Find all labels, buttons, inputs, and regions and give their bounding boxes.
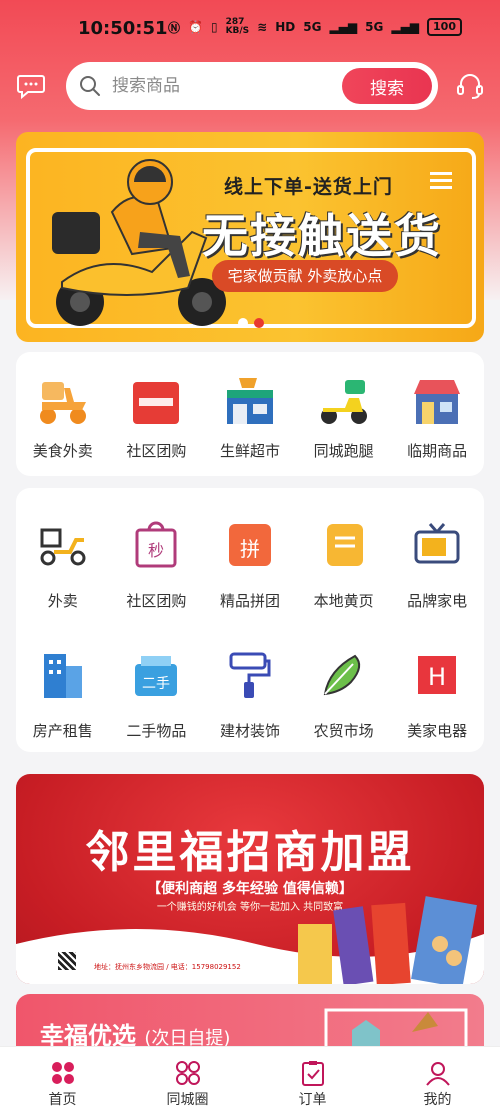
service-item-yellow-pages[interactable]: 本地黄页 <box>297 488 391 618</box>
quick-item-errand[interactable]: 同城跑腿 <box>297 352 391 476</box>
quick-item-food-delivery[interactable]: 美食外卖 <box>16 352 110 476</box>
status-bar: 10:50:51 Ⓝ ⏰ ▯ 287 KB/S ≋ HD 5G ▂▄▆ 5G ▂… <box>0 0 500 58</box>
quick-item-label: 美食外卖 <box>32 442 93 460</box>
search-box[interactable]: 搜索 <box>66 62 438 110</box>
building-icon <box>43 654 82 698</box>
services-card: 外卖 秒 社区团购 拼 精品拼团 本地黄页 品牌家电 房产租售 二手 二手物品 … <box>16 488 484 752</box>
banner-title: 无接触送货 <box>202 209 442 263</box>
quick-menu-card: 美食外卖 社区团购 生鲜超市 同城跑腿 临期商品 <box>16 352 484 476</box>
tab-orders[interactable]: 订单 <box>250 1047 375 1116</box>
second-hand-box-icon: 二手 <box>135 656 178 696</box>
battery-indicator: 100 <box>427 18 462 36</box>
tab-home[interactable]: 首页 <box>0 1047 125 1116</box>
franchise-promo-banner[interactable]: 邻里福招商加盟 【便利商超 多年经验 值得信赖】 一个赚钱的好机会 等你一起加入… <box>16 774 484 984</box>
status-icons: Ⓝ ⏰ ▯ 287 KB/S ≋ HD 5G ▂▄▆ 5G ▂▄▆ 100 <box>168 18 462 36</box>
svg-text:H: H <box>428 663 446 691</box>
nfc-icon: Ⓝ <box>167 20 180 35</box>
service-item-group-buy[interactable]: 秒 社区团购 <box>110 488 204 618</box>
h-appliance-icon: H <box>418 656 457 694</box>
service-item-brand-appliances[interactable]: 品牌家电 <box>390 488 484 618</box>
status-time: 10:50:51 <box>78 18 168 39</box>
flash-sale-bag-icon: 秒 <box>135 521 177 568</box>
quick-item-label: 同城跑腿 <box>313 442 374 460</box>
order-clipboard-icon <box>301 1061 324 1086</box>
quick-item-fresh-market[interactable]: 生鲜超市 <box>203 352 297 476</box>
quick-item-label: 生鲜超市 <box>219 442 280 460</box>
banner-pill: 宅家做贡献 外卖放心点 <box>212 260 398 292</box>
bottom-tab-bar: 首页 同城圈 订单 我的 <box>0 1046 500 1116</box>
delivery-icon <box>40 528 86 566</box>
carousel-dots <box>238 318 264 328</box>
service-item-group-deal[interactable]: 拼 精品拼团 <box>203 488 297 618</box>
tab-label: 同城圈 <box>166 1092 209 1108</box>
signal-5g-1: 5G <box>303 20 322 34</box>
service-item-label: 精品拼团 <box>219 592 280 610</box>
hero-banner[interactable]: 线上下单-送货上门 无接触送货 宅家做贡献 外卖放心点 <box>16 132 484 342</box>
group-buy-icon: 拼 <box>228 524 271 566</box>
user-icon <box>425 1062 450 1086</box>
paint-roller-icon <box>229 652 271 698</box>
quick-item-near-expiry[interactable]: 临期商品 <box>390 352 484 476</box>
home-grid-icon <box>51 1062 74 1084</box>
banner-menu-icon <box>430 172 452 193</box>
wifi-icon: ≋ <box>257 20 268 34</box>
service-item-building-materials[interactable]: 建材装饰 <box>203 618 297 748</box>
service-item-label: 品牌家电 <box>407 592 468 610</box>
service-item-label: 美家电器 <box>407 722 468 740</box>
search-icon <box>80 76 100 96</box>
tab-local-circle[interactable]: 同城圈 <box>125 1047 250 1116</box>
vegetable-icon <box>323 654 360 696</box>
tv-icon <box>414 523 460 564</box>
header: 搜索 <box>0 62 500 112</box>
service-item-label: 农贸市场 <box>313 722 374 740</box>
signal-bars-icon: ▂▄▆ <box>329 20 358 34</box>
promo-title: 邻里福招商加盟 <box>85 827 415 878</box>
search-button[interactable]: 搜索 <box>342 68 432 104</box>
tab-profile[interactable]: 我的 <box>375 1047 500 1116</box>
tab-label: 我的 <box>423 1092 452 1108</box>
service-item-home-appliances[interactable]: H 美家电器 <box>390 618 484 748</box>
tab-label: 首页 <box>48 1092 77 1108</box>
delivery-scooter-icon <box>320 380 367 424</box>
circles-icon <box>175 1061 200 1085</box>
service-item-label: 本地黄页 <box>313 592 374 610</box>
banner-subtitle: 线上下单-送货上门 <box>224 176 393 198</box>
service-item-second-hand[interactable]: 二手 二手物品 <box>110 618 204 748</box>
signal-bars-icon-2: ▂▄▆ <box>391 20 420 34</box>
service-item-label: 房产租售 <box>32 722 93 740</box>
customer-service-icon[interactable] <box>454 70 486 102</box>
svg-text:二手: 二手 <box>142 676 170 692</box>
quick-item-label: 临期商品 <box>407 442 468 460</box>
service-item-label: 外卖 <box>47 592 78 610</box>
scooter-food-icon <box>39 382 86 424</box>
supermarket-icon <box>226 378 273 424</box>
signal-5g-2: 5G <box>365 20 384 34</box>
quick-item-group-buy[interactable]: 社区团购 <box>110 352 204 476</box>
carousel-dot-active[interactable] <box>254 318 264 328</box>
quick-item-label: 社区团购 <box>126 442 187 460</box>
tab-label: 订单 <box>298 1092 327 1108</box>
snacks-illustration <box>298 896 477 984</box>
shop-icon <box>414 380 461 424</box>
shopping-bag-icon <box>133 374 180 424</box>
hd-icon: HD <box>275 20 296 34</box>
alarm-icon: ⏰ <box>188 20 203 34</box>
svg-text:秒: 秒 <box>148 541 164 560</box>
svg-text:拼: 拼 <box>240 537 260 561</box>
notebook-icon <box>326 524 363 566</box>
vibrate-icon: ▯ <box>210 20 218 34</box>
service-item-farmers-market[interactable]: 农贸市场 <box>297 618 391 748</box>
search-input[interactable] <box>112 62 332 110</box>
carousel-dot[interactable] <box>238 318 248 328</box>
chat-icon[interactable] <box>16 70 46 100</box>
network-speed: 287 KB/S <box>225 17 250 36</box>
service-item-real-estate[interactable]: 房产租售 <box>16 618 110 748</box>
promo-address: 地址：抚州东乡物流园 / 电话：15798029152 <box>94 963 241 971</box>
service-item-label: 二手物品 <box>126 722 187 740</box>
service-item-label: 社区团购 <box>126 592 187 610</box>
service-item-takeout[interactable]: 外卖 <box>16 488 110 618</box>
service-item-label: 建材装饰 <box>219 722 280 740</box>
qr-code <box>58 952 76 970</box>
